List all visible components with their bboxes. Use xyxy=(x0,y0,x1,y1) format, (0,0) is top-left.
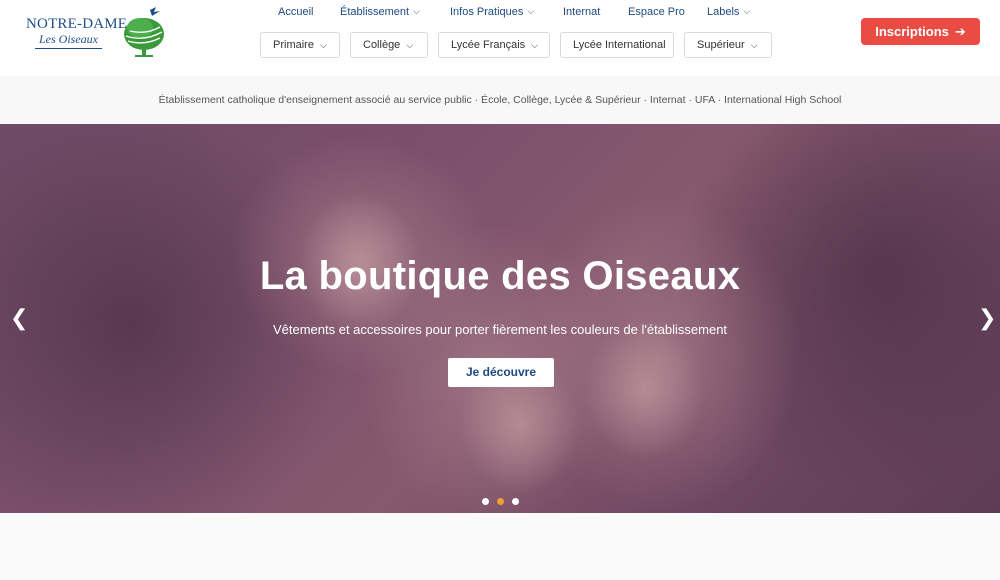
tree-and-bird-logo-icon xyxy=(124,7,164,57)
nav-label: Labels xyxy=(707,6,740,18)
chevron-down-icon: ⌵ xyxy=(750,40,758,50)
nav-etablissement[interactable]: Établissement ⌵ xyxy=(340,6,420,18)
discover-button[interactable]: Je découvre xyxy=(448,358,554,387)
tagline-band: Établissement catholique d'enseignement … xyxy=(0,76,1000,124)
subnav-label: Lycée International xyxy=(573,39,666,51)
subnav-label: Supérieur xyxy=(697,39,745,51)
site-logo[interactable]: NOTRE-DAME Les Oiseaux xyxy=(22,6,172,58)
hero-title: La boutique des Oiseaux xyxy=(259,254,741,298)
inscriptions-button[interactable]: Inscriptions ➔ xyxy=(861,18,980,45)
school-tagline: Établissement catholique d'enseignement … xyxy=(158,94,842,106)
slide-dot[interactable] xyxy=(512,498,519,505)
chevron-down-icon: ⌵ xyxy=(406,40,414,50)
subnav-label: Collège xyxy=(363,39,401,51)
chevron-down-icon: ⌵ xyxy=(319,40,327,50)
site-header: NOTRE-DAME Les Oiseaux Accueil Établisse… xyxy=(0,0,1000,76)
nav-labels[interactable]: Labels ⌵ xyxy=(707,6,750,18)
hero-slider: La boutique des Oiseaux Vêtements et acc… xyxy=(0,124,1000,513)
chevron-right-icon[interactable]: ❯ xyxy=(978,307,996,329)
chevron-down-icon: ⌵ xyxy=(531,40,539,50)
nav-label: Établissement xyxy=(340,6,410,18)
subnav-college[interactable]: Collège ⌵ xyxy=(350,32,428,58)
subnav-superieur[interactable]: Supérieur ⌵ xyxy=(684,32,772,58)
nav-label: Internat xyxy=(563,6,601,18)
chevron-down-icon: ⌵ xyxy=(743,6,751,16)
subnav-lycee-international[interactable]: Lycée International xyxy=(560,32,674,58)
nav-label: Infos Pratiques xyxy=(450,6,524,18)
nav-label: Accueil xyxy=(278,6,314,18)
nav-accueil[interactable]: Accueil xyxy=(278,6,313,18)
arrow-right-icon: ➔ xyxy=(954,24,966,39)
logo-subtitle: Les Oiseaux xyxy=(35,32,102,49)
cta-label: Inscriptions xyxy=(875,24,949,39)
chevron-down-icon: ⌵ xyxy=(413,6,420,16)
slide-dot[interactable] xyxy=(482,498,489,505)
chevron-left-icon[interactable]: ❮ xyxy=(10,307,28,329)
subnav-lycee-francais[interactable]: Lycée Français ⌵ xyxy=(438,32,550,58)
hero-subtitle: Vêtements et accessoires pour porter fiè… xyxy=(272,322,728,337)
subnav-label: Lycée Français xyxy=(451,39,526,51)
nav-internat[interactable]: Internat xyxy=(563,6,600,18)
nav-infos-pratiques[interactable]: Infos Pratiques ⌵ xyxy=(450,6,534,18)
subnav-label: Primaire xyxy=(273,39,314,51)
content-below-hero xyxy=(0,513,1000,580)
nav-espace-pro[interactable]: Espace Pro xyxy=(628,6,685,18)
hero-background-photo xyxy=(0,124,1000,513)
chevron-down-icon: ⌵ xyxy=(527,6,535,16)
subnav-primaire[interactable]: Primaire ⌵ xyxy=(260,32,340,58)
slide-dot-active[interactable] xyxy=(497,498,504,505)
nav-label: Espace Pro xyxy=(628,6,685,18)
logo-name: NOTRE-DAME xyxy=(26,16,128,32)
